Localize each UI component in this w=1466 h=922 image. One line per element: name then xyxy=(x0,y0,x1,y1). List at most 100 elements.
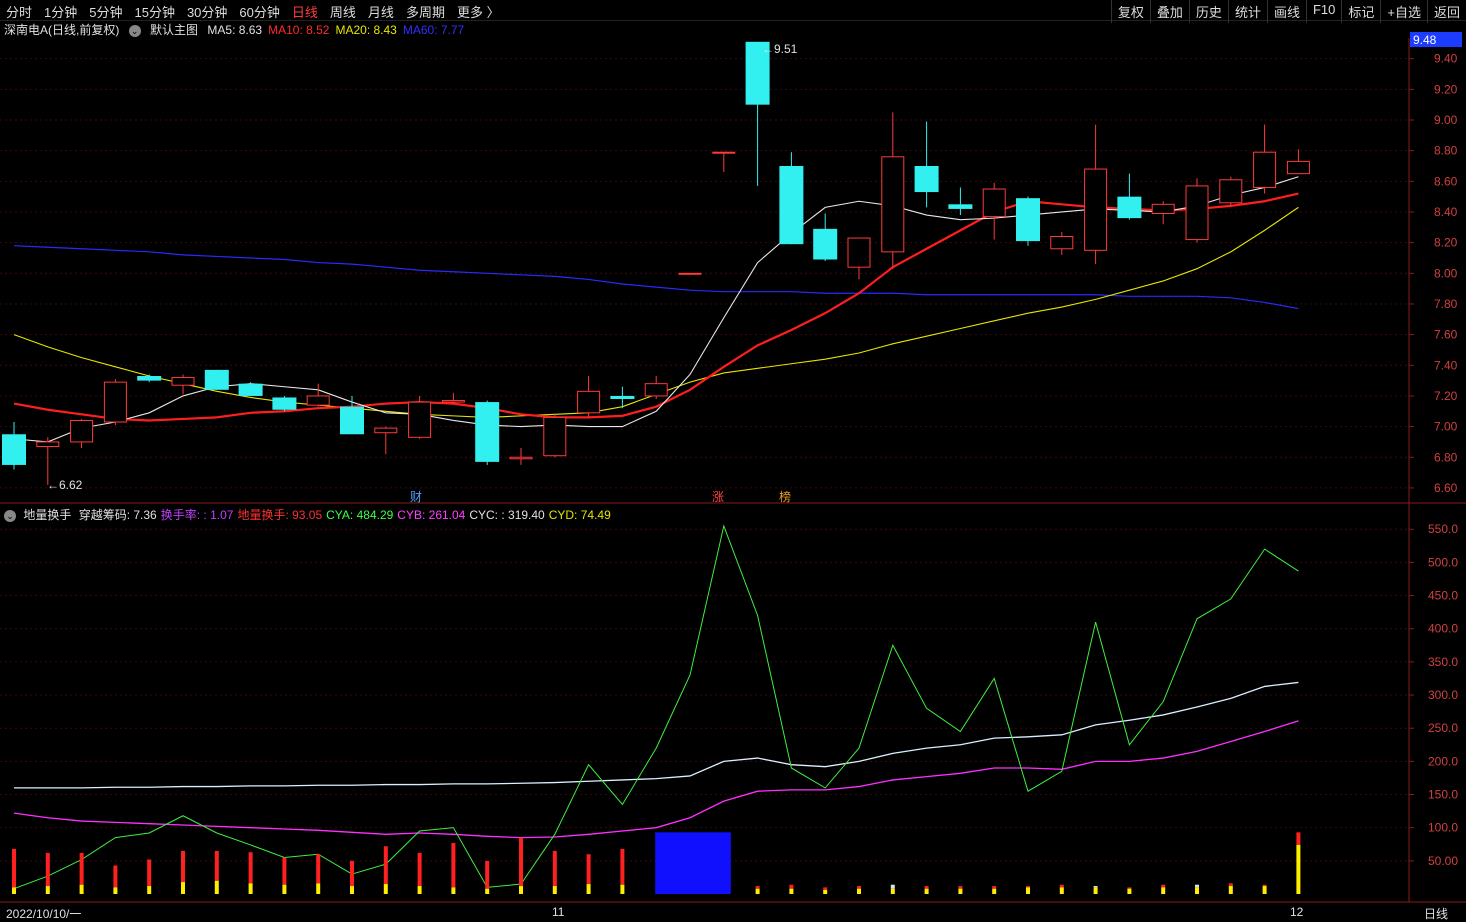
period-tab-5[interactable]: 60分钟 xyxy=(233,2,285,21)
period-tab-4[interactable]: 30分钟 xyxy=(181,2,233,21)
candle-body xyxy=(374,427,398,434)
indicator-tick-label: 550.0 xyxy=(1428,522,1458,536)
candle-body xyxy=(204,369,229,390)
action-button-6[interactable]: 标记 xyxy=(1341,0,1380,23)
cyd-bar-low xyxy=(1127,888,1132,894)
chevron-down-icon[interactable]: ⌄ xyxy=(4,510,16,522)
candle-body xyxy=(543,416,567,457)
cyd-bar-low xyxy=(45,886,50,894)
cyd-bar-low xyxy=(620,884,625,894)
cyb-line xyxy=(13,720,1299,839)
template-label[interactable]: 默认主图 xyxy=(150,23,198,37)
month-11-label: 11 xyxy=(552,905,565,919)
cyd-bar-high xyxy=(1093,886,1098,888)
cyd-bar-high xyxy=(451,842,456,888)
bottom-date-bar: 2022/10/10/一 11 12 日线 xyxy=(0,903,1466,921)
indicator-label-4: CYB: 261.04 xyxy=(397,508,466,522)
cyd-bar-high xyxy=(857,886,861,889)
cyd-bar-low xyxy=(1026,887,1030,894)
cyd-bar-low xyxy=(12,887,16,894)
cyd-bar-high xyxy=(316,854,321,884)
candle-body xyxy=(982,188,1006,218)
chevron-down-icon[interactable]: ⌄ xyxy=(128,25,141,37)
action-button-2[interactable]: 历史 xyxy=(1188,0,1228,23)
indicator-tick-label: 450.0 xyxy=(1428,589,1458,603)
indicator-tick-label: 400.0 xyxy=(1428,622,1458,636)
indicator-label-2: 地量换手: 93.05 xyxy=(237,508,323,522)
event-marker-2: 榜 xyxy=(779,489,791,504)
cyd-bar-high xyxy=(282,857,287,885)
period-tab-8[interactable]: 月线 xyxy=(362,2,400,21)
action-button-4[interactable]: 画线 xyxy=(1266,0,1306,23)
candle-body xyxy=(1050,236,1074,250)
indicator-tick-label: 300.0 xyxy=(1428,688,1458,702)
indicator-tick-label: 150.0 xyxy=(1428,788,1458,802)
indicator-tick-label: 250.0 xyxy=(1428,721,1458,735)
cyd-bar-high xyxy=(181,850,185,883)
price-tick-label: 9.40 xyxy=(1434,52,1458,66)
cyd-bar-high xyxy=(992,886,997,889)
chart-canvas[interactable]: 9.40 9.20 9.00 8.80 8.60 8.40 8.20 8.00 7.80 7.60… xyxy=(0,0,1466,921)
candle-body xyxy=(475,402,500,462)
cyd-bar-low xyxy=(383,884,388,894)
candle-body xyxy=(948,204,973,209)
period-label[interactable]: 日线 xyxy=(1424,905,1448,922)
cyd-bar-high xyxy=(519,837,523,887)
ma-label-1: MA10: 8.52 xyxy=(268,23,330,37)
ma-label-2: MA20: 8.43 xyxy=(335,23,397,37)
cyd-bar-low xyxy=(1228,886,1233,894)
period-tab-9[interactable]: 多周期 xyxy=(400,2,451,21)
indicator-label-1: 换手率: : 1.07 xyxy=(160,508,234,522)
indicator-tick-label: 200.0 xyxy=(1428,754,1458,768)
cyd-bar-high xyxy=(1296,832,1301,845)
cyd-bar-low xyxy=(485,888,490,894)
period-tab-0[interactable]: 分时 xyxy=(0,2,38,21)
candle-body xyxy=(306,395,330,406)
cyd-bar-low xyxy=(147,886,152,894)
candle-body xyxy=(137,376,162,381)
cyd-bar-low xyxy=(417,886,422,894)
cyd-bar-high xyxy=(350,860,354,887)
candle-body xyxy=(441,400,465,403)
candle-body xyxy=(1219,179,1243,204)
cyd-bar-high xyxy=(552,850,557,887)
price-tick-label: 8.20 xyxy=(1434,236,1458,250)
candle-body xyxy=(644,383,668,397)
candle-body xyxy=(813,228,838,260)
indicator-name[interactable]: 地量换手 xyxy=(23,508,71,522)
price-tick-label: 6.60 xyxy=(1434,481,1458,495)
candle-body xyxy=(745,41,770,105)
cyd-bar-low xyxy=(282,884,287,894)
candle-body xyxy=(881,156,905,253)
cyd-bar-low xyxy=(214,880,219,894)
ma-label-3: MA60: 7.77 xyxy=(402,23,465,37)
candle-body xyxy=(171,377,195,386)
action-button-5[interactable]: F10 xyxy=(1305,0,1341,23)
action-button-7[interactable]: +自选 xyxy=(1380,0,1427,23)
action-button-0[interactable]: 复权 xyxy=(1110,0,1150,23)
indicator-tick-label: 350.0 xyxy=(1428,655,1458,669)
cyd-bar-high xyxy=(1262,884,1267,887)
cyd-bar-low xyxy=(1059,887,1064,894)
period-tab-10[interactable]: 更多 〉 xyxy=(451,2,506,21)
period-tab-7[interactable]: 周线 xyxy=(324,2,362,21)
cyd-bar-high xyxy=(485,860,490,889)
stock-title[interactable]: 深南电A(日线,前复权) xyxy=(4,23,119,37)
candle-body xyxy=(1151,203,1175,215)
period-tab-1[interactable]: 1分钟 xyxy=(38,2,83,21)
candle-body xyxy=(103,381,127,423)
period-tab-6[interactable]: 日线 xyxy=(286,2,324,21)
period-tab-2[interactable]: 5分钟 xyxy=(83,2,128,21)
action-button-8[interactable]: 返回 xyxy=(1426,0,1466,23)
cyd-bar-low xyxy=(586,884,591,894)
period-tab-3[interactable]: 15分钟 xyxy=(128,2,180,21)
high-price-label: ←9.51 xyxy=(762,42,798,56)
price-tick-label: 7.20 xyxy=(1434,389,1458,403)
candle-body xyxy=(272,397,297,410)
cyd-bar-high xyxy=(113,865,118,888)
candle-body xyxy=(1117,196,1142,219)
action-button-1[interactable]: 叠加 xyxy=(1149,0,1189,23)
action-button-3[interactable]: 统计 xyxy=(1227,0,1267,23)
cyd-bar-low xyxy=(113,887,118,894)
cyd-bar-low xyxy=(1161,887,1166,894)
